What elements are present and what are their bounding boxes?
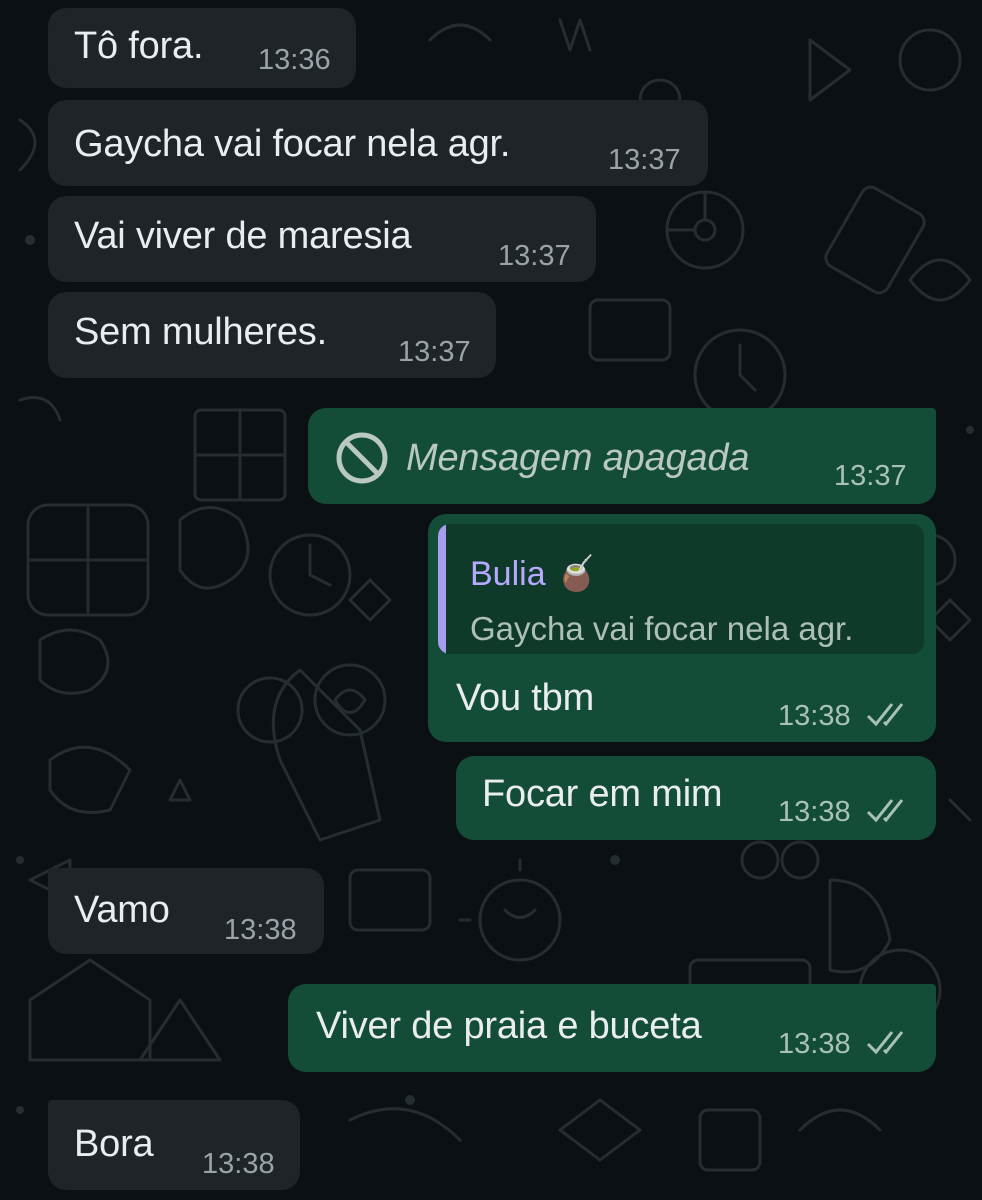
message-time: 13:37: [834, 460, 907, 492]
double-check-icon: [866, 1031, 904, 1055]
deleted-icon: [336, 432, 388, 484]
message-time: 13:37: [498, 240, 571, 272]
message-incoming[interactable]: Gaycha vai focar nela agr. 13:37: [48, 100, 708, 186]
message-text: Mensagem apagada: [406, 437, 750, 479]
message-outgoing-reply[interactable]: Bulia 🧉 Gaycha vai focar nela agr. Vou t…: [428, 514, 936, 742]
message-text: Vou tbm: [456, 677, 595, 719]
message-time: 13:38: [224, 914, 297, 946]
message-time: 13:38: [202, 1148, 275, 1180]
message-time: 13:38: [778, 796, 851, 828]
quoted-message[interactable]: Bulia 🧉 Gaycha vai focar nela agr.: [438, 524, 924, 654]
message-time: 13:38: [778, 1028, 851, 1060]
message-text: Viver de praia e buceta: [316, 1005, 702, 1047]
chat-conversation: Tô fora. 13:36 Gaycha vai focar nela agr…: [0, 0, 982, 1200]
quote-text: Gaycha vai focar nela agr.: [470, 610, 854, 647]
message-time: 13:37: [398, 336, 471, 368]
message-text: Gaycha vai focar nela agr.: [74, 123, 511, 165]
message-incoming[interactable]: Vai viver de maresia 13:37: [48, 196, 596, 282]
message-text: Vamo: [74, 889, 170, 931]
message-outgoing[interactable]: Viver de praia e buceta 13:38: [288, 984, 936, 1072]
message-incoming[interactable]: Vamo 13:38: [48, 868, 324, 954]
message-time: 13:36: [258, 44, 331, 76]
message-time: 13:37: [608, 144, 681, 176]
message-text: Sem mulheres.: [74, 311, 327, 353]
message-text: Vai viver de maresia: [74, 215, 412, 257]
message-incoming[interactable]: Tô fora. 13:36: [48, 8, 356, 88]
double-check-icon: [866, 703, 904, 727]
double-check-icon: [866, 799, 904, 823]
quote-bar: [438, 524, 446, 654]
message-outgoing-deleted[interactable]: Mensagem apagada 13:37: [308, 408, 936, 504]
message-text: Bora: [74, 1123, 154, 1165]
message-incoming[interactable]: Sem mulheres. 13:37: [48, 292, 496, 378]
quote-author: Bulia 🧉: [470, 555, 598, 593]
message-outgoing[interactable]: Focar em mim 13:38: [456, 756, 936, 840]
message-text: Tô fora.: [74, 25, 204, 67]
message-text: Focar em mim: [482, 773, 723, 815]
message-incoming[interactable]: Bora 13:38: [48, 1100, 300, 1190]
message-time: 13:38: [778, 700, 851, 732]
